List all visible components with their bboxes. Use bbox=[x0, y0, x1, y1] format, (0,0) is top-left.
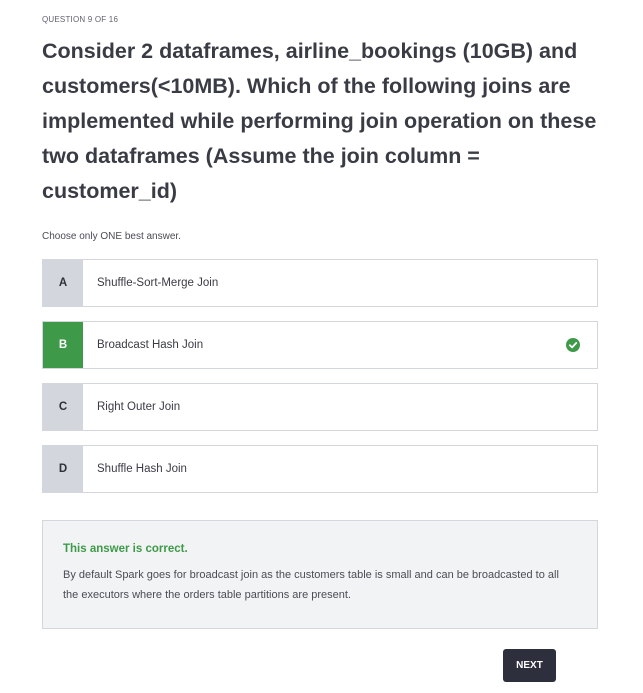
answer-feedback: This answer is correct. By default Spark… bbox=[42, 520, 598, 629]
option-letter: D bbox=[43, 446, 83, 492]
option-letter: B bbox=[43, 322, 83, 368]
option-d[interactable]: D Shuffle Hash Join bbox=[42, 445, 598, 493]
option-letter: C bbox=[43, 384, 83, 430]
option-c[interactable]: C Right Outer Join bbox=[42, 383, 598, 431]
question-title: Consider 2 dataframes, airline_bookings … bbox=[42, 39, 597, 203]
option-text: Broadcast Hash Join bbox=[97, 339, 204, 351]
check-circle-icon bbox=[566, 338, 580, 352]
option-a[interactable]: A Shuffle-Sort-Merge Join bbox=[42, 259, 598, 307]
next-button[interactable]: NEXT bbox=[503, 649, 556, 682]
question-counter: QUESTION 9 OF 16 bbox=[42, 15, 119, 24]
option-text: Shuffle Hash Join bbox=[97, 463, 187, 475]
answer-options: A Shuffle-Sort-Merge Join B Broadcast Ha… bbox=[42, 259, 598, 507]
feedback-explanation: By default Spark goes for broadcast join… bbox=[63, 569, 559, 601]
answer-instructions: Choose only ONE best answer. bbox=[42, 231, 181, 242]
option-b[interactable]: B Broadcast Hash Join bbox=[42, 321, 598, 369]
option-text: Right Outer Join bbox=[97, 401, 181, 413]
feedback-result: This answer is correct. bbox=[63, 543, 188, 555]
option-text: Shuffle-Sort-Merge Join bbox=[97, 277, 219, 289]
option-letter: A bbox=[43, 260, 83, 306]
